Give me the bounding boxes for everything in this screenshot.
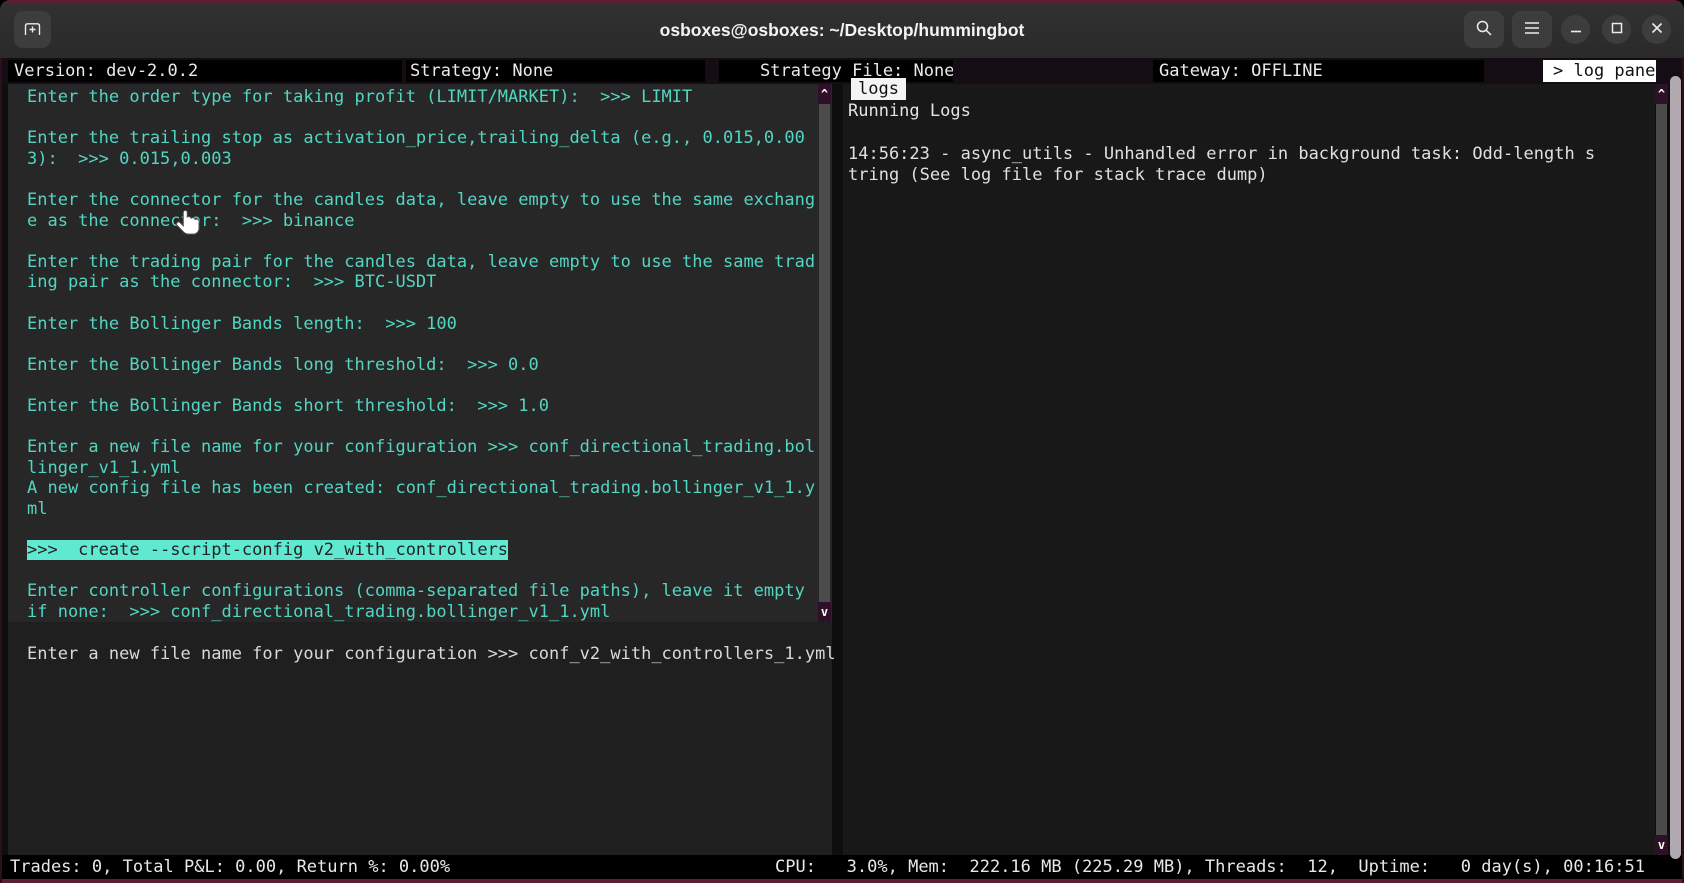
terminal-output-pane: Enter the order type for taking profit (…	[8, 84, 832, 622]
maximize-button[interactable]	[1602, 15, 1631, 44]
bottom-status-bar: Trades: 0, Total P&L: 0.00, Return %: 0.…	[0, 855, 1684, 879]
scroll-down-icon[interactable]: v	[1655, 835, 1668, 855]
search-button[interactable]	[1464, 11, 1504, 48]
trades-summary: Trades: 0, Total P&L: 0.00, Return %: 0.…	[10, 855, 450, 879]
close-button[interactable]	[1642, 15, 1671, 44]
terminal-window: osboxes@osboxes: ~/Desktop/hummingbot	[0, 0, 1684, 883]
terminal-paragraph: Enter the trailing stop as activation_pr…	[27, 128, 815, 169]
maximize-icon	[1611, 22, 1623, 37]
log-pane-toggle[interactable]: > log pane	[1543, 60, 1656, 82]
terminal-paragraph: Enter the order type for taking profit (…	[27, 87, 815, 108]
strategy-file-label: Strategy File: None	[719, 60, 953, 82]
command-input-line[interactable]: Enter a new file name for your configura…	[27, 644, 866, 665]
terminal-output-text: Enter the order type for taking profit (…	[27, 87, 815, 622]
new-tab-icon	[23, 19, 42, 41]
terminal-paragraph: Enter the trading pair for the candles d…	[27, 252, 815, 293]
log-pane-scrollbar: ^ v	[1655, 84, 1668, 855]
output-pane-scrollbar: ^ v	[818, 84, 831, 622]
hummingbot-tui: Version: dev-2.0.2 Strategy: None Strate…	[0, 58, 1684, 883]
hamburger-menu-icon	[1523, 21, 1541, 38]
log-pane-title: Running Logs	[848, 101, 971, 121]
command-input-pane[interactable]: Enter a new file name for your configura…	[8, 622, 832, 855]
terminal-paragraph: Enter controller configurations (comma-s…	[27, 581, 815, 622]
terminal-paragraph: Enter the Bollinger Bands length: >>> 10…	[27, 314, 815, 335]
hummingbot-status-bar: Version: dev-2.0.2 Strategy: None Strate…	[0, 58, 1684, 84]
log-pane: logs Running Logs 14:56:23 - async_utils…	[843, 84, 1655, 855]
terminal-paragraph: Enter the Bollinger Bands short threshol…	[27, 396, 815, 417]
log-entry: 14:56:23 - async_utils - Unhandled error…	[848, 144, 1595, 185]
terminal-paragraph: Enter the Bollinger Bands long threshold…	[27, 355, 815, 376]
strategy-label: Strategy: None	[406, 60, 705, 82]
window-titlebar: osboxes@osboxes: ~/Desktop/hummingbot	[0, 3, 1684, 58]
highlighted-command: >>> create --script-config v2_with_contr…	[27, 540, 508, 560]
scroll-up-icon[interactable]: ^	[1655, 84, 1668, 104]
minimize-button[interactable]	[1561, 15, 1590, 44]
log-scrollbar-thumb[interactable]	[1656, 104, 1667, 835]
gateway-status-label: Gateway: OFFLINE	[1153, 60, 1484, 82]
logs-tab[interactable]: logs	[851, 78, 906, 100]
search-icon	[1475, 19, 1493, 40]
terminal-paragraph: Enter a new file name for your configura…	[27, 437, 815, 519]
terminal-window-scrollbar[interactable]	[1670, 76, 1681, 859]
output-scrollbar-thumb[interactable]	[819, 104, 830, 602]
scroll-up-icon[interactable]: ^	[818, 84, 831, 104]
version-label: Version: dev-2.0.2	[8, 60, 402, 82]
new-tab-button[interactable]	[14, 11, 51, 48]
close-icon	[1651, 22, 1663, 37]
minimize-icon	[1570, 22, 1582, 37]
system-stats: CPU: 3.0%, Mem: 222.16 MB (225.29 MB), T…	[775, 855, 1645, 879]
terminal-paragraph: Enter the connector for the candles data…	[27, 190, 815, 231]
window-left-edge	[0, 58, 2, 883]
log-entries: 14:56:23 - async_utils - Unhandled error…	[848, 144, 1595, 185]
terminal-paragraph: >>> create --script-config v2_with_contr…	[27, 540, 815, 561]
menu-button[interactable]	[1512, 11, 1552, 48]
window-title: osboxes@osboxes: ~/Desktop/hummingbot	[660, 20, 1025, 41]
window-bottom-edge	[0, 879, 1684, 883]
scroll-down-icon[interactable]: v	[818, 602, 831, 622]
